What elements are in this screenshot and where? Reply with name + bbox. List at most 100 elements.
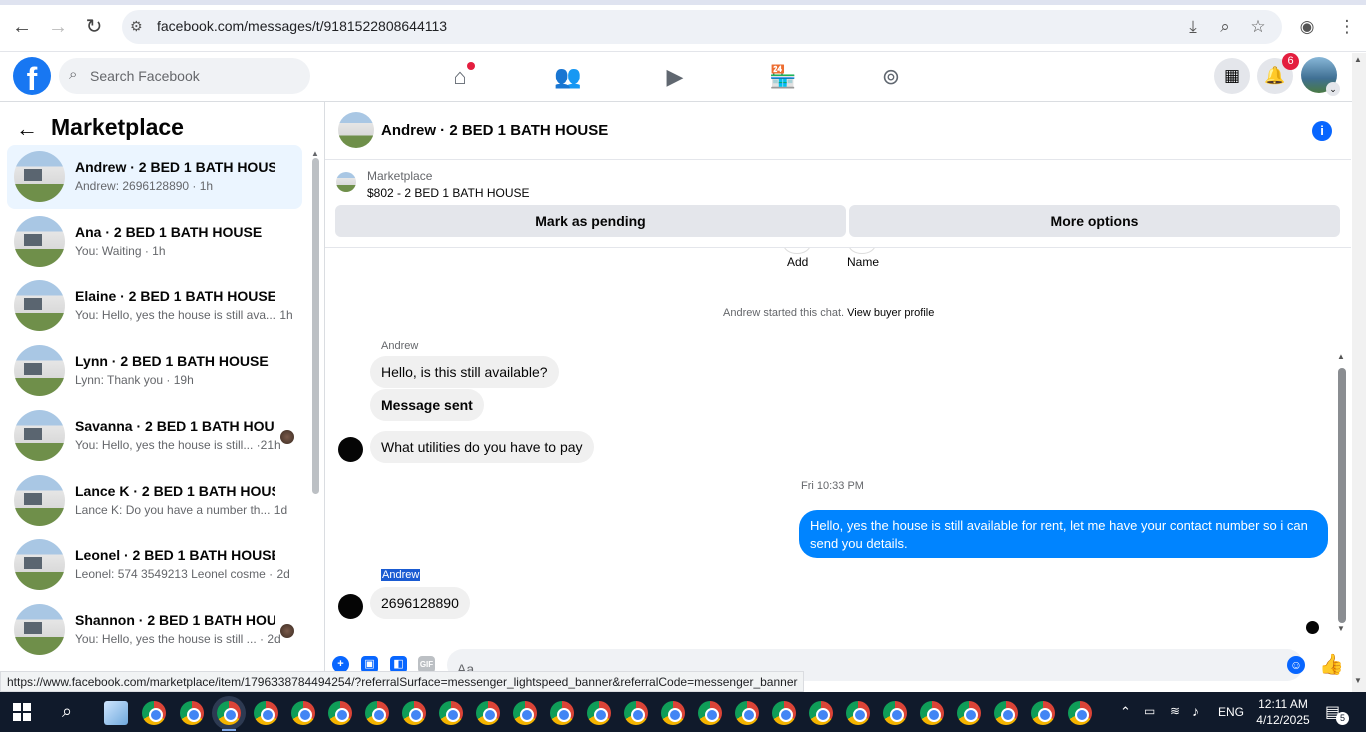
video-icon[interactable]: ▶ xyxy=(659,61,691,93)
conversation-item[interactable]: Lance K · 2 BED 1 BATH HOUSE Lance K: Do… xyxy=(7,469,302,533)
site-info-icon[interactable]: ⚙ xyxy=(130,18,143,35)
chrome-app-icon[interactable] xyxy=(439,701,463,725)
chrome-app-icon[interactable] xyxy=(698,701,722,725)
chrome-app-icon[interactable] xyxy=(402,701,426,725)
my-message-bubble[interactable]: Hello, yes the house is still available … xyxy=(799,510,1328,558)
scroll-up-arrow-icon[interactable]: ▲ xyxy=(1354,55,1362,64)
facebook-header: f ⌕ Search Facebook ⌂ 👥 ▶ 🏪 ⊚ ▦ 🔔 6 ⌄ xyxy=(0,52,1366,102)
add-button[interactable] xyxy=(783,248,811,254)
message-bubble[interactable]: Hello, is this still available? xyxy=(370,356,559,388)
chrome-app-icon[interactable] xyxy=(365,701,389,725)
taskbar-search-icon[interactable]: ⌕ xyxy=(62,701,72,722)
conversation-name: Lynn · 2 BED 1 BATH HOUSE xyxy=(75,353,269,369)
mark-as-pending-button[interactable]: Mark as pending xyxy=(335,205,846,237)
search-input[interactable]: Search Facebook xyxy=(90,68,200,84)
listing-title[interactable]: $802 - 2 BED 1 BATH HOUSE xyxy=(367,186,530,200)
friends-icon[interactable]: 👥 xyxy=(552,61,584,93)
chrome-app-icon[interactable] xyxy=(291,701,315,725)
install-icon[interactable]: ⤓ xyxy=(1183,17,1203,37)
listing-thumbnail xyxy=(14,410,65,461)
taskbar-clock[interactable]: 12:11 AM 4/12/2025 xyxy=(1255,696,1311,728)
info-icon[interactable]: i xyxy=(1312,121,1332,141)
account-avatar[interactable]: ⌄ xyxy=(1301,57,1340,96)
back-arrow-icon[interactable]: ← xyxy=(10,15,34,39)
scroll-up-arrow-icon[interactable]: ▲ xyxy=(1337,352,1345,361)
chrome-app-icon[interactable] xyxy=(1068,701,1092,725)
bookmark-star-icon[interactable]: ☆ xyxy=(1248,17,1268,37)
message-bubble[interactable]: 2696128890 xyxy=(370,587,470,619)
facebook-logo[interactable]: f xyxy=(13,57,51,95)
sender-avatar[interactable] xyxy=(338,594,363,619)
chrome-app-icon[interactable] xyxy=(809,701,833,725)
chrome-app-icon[interactable] xyxy=(476,701,500,725)
wifi-icon[interactable]: ≋ xyxy=(1170,704,1180,718)
chrome-app-icon[interactable] xyxy=(994,701,1018,725)
conversation-item[interactable]: Andrew · 2 BED 1 BATH HOUSE Andrew: 2696… xyxy=(7,145,302,209)
chrome-app-icon[interactable] xyxy=(180,701,204,725)
search-icon: ⌕ xyxy=(69,66,78,83)
name-label: Name xyxy=(847,255,880,269)
battery-icon[interactable]: ▭ xyxy=(1144,704,1155,718)
message-bubble[interactable]: What utilities do you have to pay xyxy=(370,431,594,463)
chrome-app-icon[interactable] xyxy=(957,701,981,725)
volume-icon[interactable]: ♪ xyxy=(1192,703,1199,719)
scrollbar-thumb[interactable] xyxy=(1338,368,1346,623)
sender-avatar[interactable] xyxy=(338,437,363,462)
groups-icon[interactable]: ⊚ xyxy=(875,61,907,93)
view-buyer-profile-link[interactable]: View buyer profile xyxy=(847,307,934,319)
conversation-item[interactable]: Elaine · 2 BED 1 BATH HOUSE You: Hello, … xyxy=(7,274,302,338)
page-scrollbar[interactable] xyxy=(1352,53,1366,692)
scroll-down-arrow-icon[interactable]: ▼ xyxy=(1337,624,1345,633)
zoom-icon[interactable]: ⌕ xyxy=(1215,17,1235,37)
reload-icon[interactable]: ↻ xyxy=(82,15,106,39)
menu-grid-icon[interactable]: ▦ xyxy=(1214,58,1250,94)
chrome-app-icon[interactable] xyxy=(217,701,241,725)
name-button[interactable] xyxy=(848,248,876,254)
address-bar[interactable]: ⚙ facebook.com/messages/t/91815228086441… xyxy=(122,10,1282,44)
conversation-item[interactable]: Savanna · 2 BED 1 BATH HOUSE You: Hello,… xyxy=(7,404,302,468)
profile-icon[interactable]: ◉ xyxy=(1297,17,1317,37)
chat-avatar[interactable] xyxy=(338,112,374,148)
chrome-app-icon[interactable] xyxy=(735,701,759,725)
conversation-snippet: Leonel: 574 3549213 Leonel cosme · 2d xyxy=(75,567,290,581)
chrome-app-icon[interactable] xyxy=(1031,701,1055,725)
windows-start-icon[interactable] xyxy=(13,703,31,721)
chrome-app-icon[interactable] xyxy=(846,701,870,725)
conversation-item[interactable]: Lynn · 2 BED 1 BATH HOUSE Lynn: Thank yo… xyxy=(7,339,302,403)
chrome-app-icon[interactable] xyxy=(513,701,537,725)
chrome-app-icon[interactable] xyxy=(587,701,611,725)
chrome-app-icon[interactable] xyxy=(772,701,796,725)
scrollbar-thumb[interactable] xyxy=(312,158,319,494)
more-options-button[interactable]: More options xyxy=(849,205,1340,237)
scroll-down-arrow-icon[interactable]: ▼ xyxy=(1354,676,1362,685)
message-bubble[interactable]: Message sent xyxy=(370,389,484,421)
url-text[interactable]: facebook.com/messages/t/9181522808644113 xyxy=(157,18,447,34)
chrome-app-icon[interactable] xyxy=(254,701,278,725)
conversation-item[interactable]: Shannon · 2 BED 1 BATH HOU... You: Hello… xyxy=(7,598,302,662)
add-label: Add xyxy=(787,255,809,269)
kebab-menu-icon[interactable]: ⋮ xyxy=(1337,17,1357,37)
listing-thumbnail[interactable] xyxy=(336,172,356,192)
chrome-app-icon[interactable] xyxy=(550,701,574,725)
chrome-app-icon[interactable] xyxy=(142,701,166,725)
conversation-item[interactable]: Ana · 2 BED 1 BATH HOUSE You: Waiting · … xyxy=(7,210,302,274)
back-arrow-icon[interactable]: ← xyxy=(16,116,38,142)
notepad-app-icon[interactable] xyxy=(104,701,128,725)
scroll-up-arrow-icon[interactable]: ▲ xyxy=(311,149,319,158)
chrome-app-icon[interactable] xyxy=(661,701,685,725)
chrome-app-icon[interactable] xyxy=(920,701,944,725)
chrome-app-icon[interactable] xyxy=(624,701,648,725)
forward-arrow-icon[interactable]: → xyxy=(46,15,70,39)
chrome-app-icon[interactable] xyxy=(883,701,907,725)
chevron-up-icon[interactable]: ⌃ xyxy=(1120,704,1131,720)
search-box[interactable]: ⌕ Search Facebook xyxy=(59,58,310,94)
conversation-snippet: You: Waiting · 1h xyxy=(75,244,166,258)
emoji-icon[interactable]: ☺ xyxy=(1287,656,1305,674)
conversation-list-panel: ← Marketplace Andrew · 2 BED 1 BATH HOUS… xyxy=(0,102,325,676)
marketplace-icon[interactable]: 🏪 xyxy=(767,61,799,93)
chrome-app-icon[interactable] xyxy=(328,701,352,725)
language-indicator[interactable]: ENG xyxy=(1218,705,1244,719)
conversation-item[interactable]: Leonel · 2 BED 1 BATH HOUSE Leonel: 574 … xyxy=(7,533,302,597)
thumbs-up-icon[interactable]: 👍 xyxy=(1319,652,1344,677)
chat-title[interactable]: Andrew · 2 BED 1 BATH HOUSE xyxy=(381,122,608,139)
